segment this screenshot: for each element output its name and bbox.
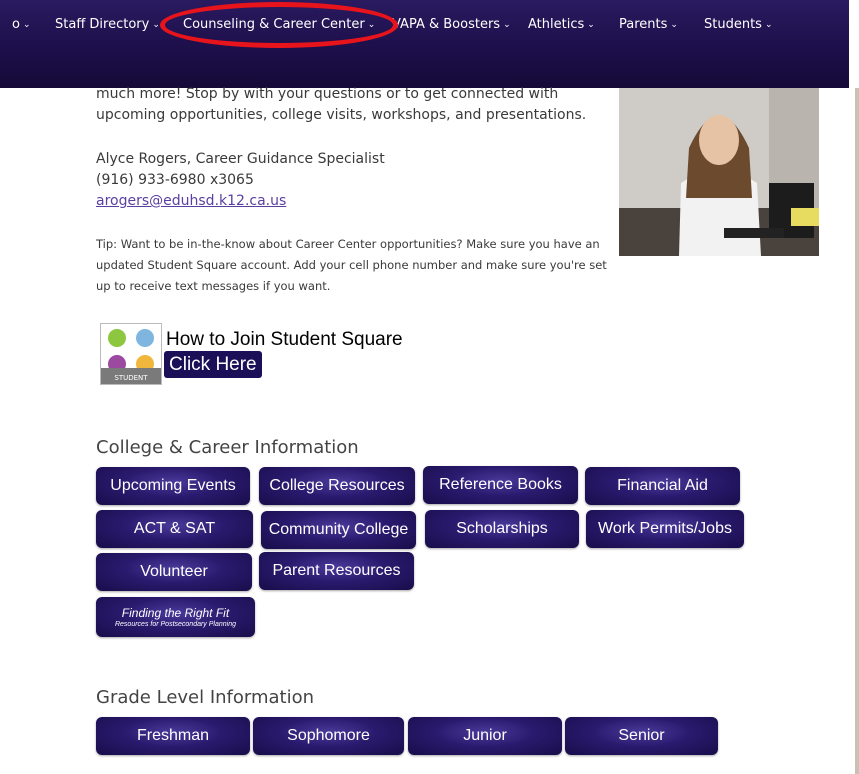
button-label: Parent Resources [272, 562, 401, 579]
staff-photo [619, 88, 819, 256]
volunteer-button[interactable]: Volunteer [96, 553, 252, 591]
nav-item-parents[interactable]: Parents ⌄ [619, 14, 678, 36]
student-square-logo-icon: STUDENT [101, 329, 161, 384]
nav-item-staff-directory[interactable]: Staff Directory ⌄ [55, 14, 160, 36]
nav-item-vapa-boosters[interactable]: VAPA & Boosters ⌄ [392, 14, 511, 36]
college-resources-button[interactable]: College Resources [259, 467, 415, 505]
scholarships-button[interactable]: Scholarships [425, 510, 579, 548]
nav-label: Counseling & Career Center [183, 17, 365, 32]
button-label: ACT & SAT [133, 520, 216, 537]
chevron-down-icon: ⌄ [764, 20, 773, 30]
nav-item-previous[interactable]: o ⌄ [12, 14, 31, 36]
button-label: Upcoming Events [110, 477, 236, 494]
button-label: Junior [463, 727, 507, 744]
nav-label: Athletics [528, 17, 585, 32]
nav-item-counseling[interactable]: Counseling & Career Center ⌄ [183, 14, 375, 36]
nav-label: Students [704, 17, 762, 32]
button-label: Reference Books [439, 476, 562, 493]
upcoming-events-button[interactable]: Upcoming Events [96, 467, 250, 505]
button-label: Freshman [136, 727, 210, 744]
staff-photo-illustration [619, 88, 819, 256]
junior-button[interactable]: Junior [408, 717, 562, 755]
student-square-logo: STUDENT [100, 323, 162, 385]
nav-label: Parents [619, 17, 668, 32]
college-section-title: College & Career Information [96, 437, 359, 458]
contact-email-link[interactable]: arogers@eduhsd.k12.ca.us [96, 193, 286, 209]
intro-paragraph: much more! Stop by with your questions o… [96, 86, 587, 123]
freshman-button[interactable]: Freshman [96, 717, 250, 755]
button-label: Scholarships [456, 520, 548, 537]
button-label: Finding the Right Fit [121, 605, 230, 620]
button-label: Sophomore [287, 727, 370, 744]
reference-books-button[interactable]: Reference Books [423, 466, 578, 504]
senior-button[interactable]: Senior [565, 717, 718, 755]
act-sat-button[interactable]: ACT & SAT [96, 510, 253, 548]
chevron-down-icon: ⌄ [22, 20, 31, 30]
button-label: Community College [268, 521, 409, 538]
page-edge [855, 88, 859, 774]
chevron-down-icon: ⌄ [587, 20, 595, 30]
work-permits-jobs-button[interactable]: Work Permits/Jobs [586, 510, 744, 548]
chevron-down-icon: ⌄ [152, 20, 160, 30]
button-label: Work Permits/Jobs [598, 520, 732, 537]
chevron-down-icon: ⌄ [367, 20, 376, 30]
button-label: Volunteer [140, 563, 208, 580]
contact-name: Alyce Rogers, Career Guidance Specialist [96, 151, 385, 167]
button-label: College Resources [269, 477, 405, 494]
parent-resources-button[interactable]: Parent Resources [259, 552, 414, 590]
button-label: Senior [618, 727, 665, 744]
student-square-logo-text: STUDENT [114, 374, 148, 382]
financial-aid-button[interactable]: Financial Aid [585, 467, 740, 505]
button-sublabel: Resources for Postsecondary Planning [114, 620, 236, 628]
main-navigation: o ⌄ Staff Directory ⌄ Counseling & Career … [0, 0, 849, 88]
button-label: Financial Aid [617, 477, 708, 494]
chevron-down-icon: ⌄ [670, 20, 678, 30]
finding-right-fit-button[interactable]: Finding the Right Fit Resources for Post… [96, 597, 255, 637]
nav-label: o [12, 17, 20, 32]
nav-item-athletics[interactable]: Athletics ⌄ [528, 14, 595, 36]
contact-phone: (916) 933-6980 x3065 [96, 172, 254, 188]
grade-section-title: Grade Level Information [96, 687, 315, 708]
nav-label: VAPA & Boosters [392, 17, 501, 32]
nav-label: Staff Directory [55, 17, 150, 32]
contact-info: Alyce Rogers, Career Guidance Specialist… [96, 149, 385, 212]
community-college-button[interactable]: Community College [261, 511, 416, 549]
chevron-down-icon: ⌄ [503, 20, 511, 30]
student-square-heading: How to Join Student Square [166, 329, 403, 350]
student-square-click-button[interactable]: Click Here [164, 351, 262, 378]
sophomore-button[interactable]: Sophomore [253, 717, 404, 755]
nav-item-students[interactable]: Students ⌄ [704, 14, 773, 36]
tip-paragraph: Tip: Want to be in-the-know about Career… [96, 237, 607, 293]
